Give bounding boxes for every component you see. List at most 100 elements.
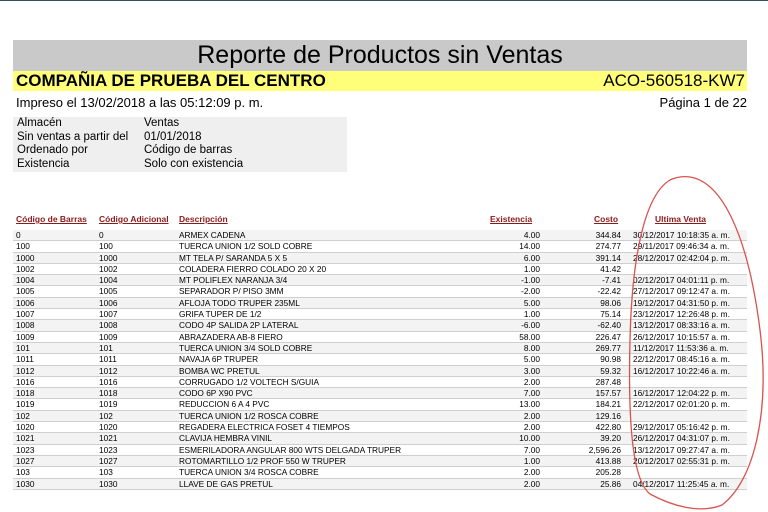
- barcode-cell: 102: [16, 410, 30, 421]
- cost-cell: 287.48: [595, 376, 621, 387]
- additional-code-cell: 1019: [99, 399, 118, 410]
- description-cell: GRIFA TUPER DE 1/2: [179, 309, 262, 320]
- description-cell: CLAVIJA HEMBRA VINIL: [179, 433, 272, 444]
- additional-code-cell: 101: [99, 342, 113, 353]
- top-border-line: [0, 0, 768, 1]
- barcode-cell: 1009: [16, 331, 35, 342]
- table-row: 1016 1016 CORRUGADO 1/2 VOLTECH S/GUIA 2.00…: [13, 376, 747, 389]
- param-value: Solo con existencia: [144, 157, 244, 170]
- additional-code-cell: 1002: [99, 263, 118, 274]
- barcode-cell: 1002: [16, 263, 35, 274]
- description-cell: ROTOMARTILLO 1/2 PROF 550 W TRUPER: [179, 455, 346, 466]
- cost-cell: 157.57: [595, 388, 621, 399]
- table-row: 1009 1009 ABRAZADERA AB-8 FIERO 58.00 226.47…: [13, 332, 747, 343]
- barcode-cell: 1020: [16, 422, 35, 433]
- cost-cell: -7.41: [602, 275, 621, 286]
- barcode-cell: 1027: [16, 455, 35, 466]
- additional-code-cell: 1020: [99, 422, 118, 433]
- cost-cell: 39.20: [600, 433, 621, 444]
- description-cell: CODO 6P X90 PVC: [179, 388, 253, 399]
- last-sale-cell: 23/12/2017 12:26:48 p. m.: [633, 309, 730, 320]
- description-cell: SEPARADOR P/ PISO 3MM: [179, 286, 284, 297]
- stock-cell: -1.00: [521, 275, 540, 286]
- last-sale-cell: 04/12/2017 11:25:45 a. m.: [633, 478, 730, 489]
- cost-cell: 129.16: [595, 410, 621, 421]
- cost-cell: 413.88: [595, 455, 621, 466]
- table-row: 1006 1006 AFLOJA TODO TRUPER 235ML 5.00 98.0…: [13, 297, 747, 310]
- additional-code-cell: 1011: [99, 354, 117, 365]
- description-cell: TUERCA UNION 3/4 SOLD COBRE: [179, 342, 313, 353]
- additional-code-cell: 1021: [99, 433, 118, 444]
- stock-cell: 6.00: [523, 252, 540, 263]
- additional-code-cell: 1027: [99, 455, 118, 466]
- cost-cell: 184.21: [595, 399, 621, 410]
- last-sale-cell: 27/12/2017 09:12:47 a. m.: [633, 286, 730, 297]
- cost-cell: 59.32: [600, 365, 621, 376]
- additional-code-cell: 1023: [99, 444, 118, 455]
- description-cell: LLAVE DE GAS PRETUL: [179, 478, 273, 489]
- last-sale-cell: 30/12/2017 10:18:35 a. m.: [633, 230, 730, 240]
- table-row: 100 100 TUERCA UNION 1/2 SOLD COBRE 14.00 27…: [13, 241, 747, 253]
- header-stock: Existencia: [490, 214, 533, 224]
- additional-code-cell: 100: [99, 241, 113, 252]
- description-cell: ABRAZADERA AB-8 FIERO: [179, 331, 283, 342]
- table-row: 103 103 TUERCA UNION 3/4 ROSCA COBRE 2.00 20…: [13, 467, 747, 479]
- last-sale-cell: 28/12/2017 02:42:04 p. m.: [633, 252, 730, 263]
- cost-cell: -22.42: [597, 286, 621, 297]
- table-row: 101 101 TUERCA UNION 3/4 SOLD COBRE 8.00 269…: [13, 342, 747, 355]
- stock-cell: 58.00: [519, 331, 540, 342]
- table-row: 1030 1030 LLAVE DE GAS PRETUL 2.00 25.86 04/1…: [13, 478, 747, 490]
- description-cell: CODO 4P SALIDA 2P LATERAL: [179, 320, 299, 331]
- cost-cell: 90.98: [600, 354, 621, 365]
- barcode-cell: 1021: [16, 433, 35, 444]
- barcode-cell: 1006: [16, 297, 35, 308]
- table-row: 102 102 TUERCA UNION 1/2 ROSCA COBRE 2.00 12…: [13, 410, 747, 423]
- stock-cell: -2.00: [521, 286, 540, 297]
- header-cost: Costo: [594, 214, 619, 224]
- company-bar: COMPAÑIA DE PRUEBA DEL CENTRO ACO-560518…: [13, 71, 747, 91]
- report-title: Reporte de Productos sin Ventas: [13, 40, 747, 71]
- description-cell: NAVAJA 6P TRUPER: [179, 354, 259, 365]
- last-sale-cell: 26/12/2017 10:15:57 a. m.: [633, 331, 730, 342]
- product-table: 0 0 ARMEX CADENA 4.00 344.84 30/12/2017 10:18…: [13, 230, 747, 490]
- table-row: 1021 1021 CLAVIJA HEMBRA VINIL 10.00 39.20 26…: [13, 433, 747, 445]
- header-description: Descripción: [179, 214, 228, 224]
- table-row: 1012 1012 BOMBA WC PRETUL 3.00 59.32 16/12/20…: [13, 365, 747, 377]
- description-cell: MT TELA P/ SARANDA 5 X 5: [179, 252, 288, 263]
- barcode-cell: 1023: [16, 444, 35, 455]
- last-sale-cell: 19/12/2017 04:31:50 p. m.: [633, 297, 730, 308]
- stock-cell: -6.00: [521, 320, 540, 331]
- barcode-cell: 1030: [16, 478, 35, 489]
- header-last-sale: Ultima Venta: [655, 214, 707, 224]
- table-row: 0 0 ARMEX CADENA 4.00 344.84 30/12/2017 10:18…: [13, 230, 747, 242]
- header-additional-code: Código Adicional: [99, 214, 169, 224]
- param-value: Código de barras: [144, 144, 233, 157]
- additional-code-cell: 1009: [99, 331, 118, 342]
- last-sale-cell: 02/12/2017 04:01:11 p. m.: [633, 275, 730, 286]
- stock-cell: 2.00: [523, 422, 540, 433]
- barcode-cell: 103: [16, 467, 30, 478]
- description-cell: TUERCA UNION 1/2 ROSCA COBRE: [179, 410, 319, 421]
- barcode-cell: 1008: [16, 320, 35, 331]
- cost-cell: 422.80: [595, 422, 621, 433]
- page-number: Página 1 de 22: [659, 95, 747, 110]
- barcode-cell: 1000: [16, 252, 35, 263]
- table-row: 1027 1027 ROTOMARTILLO 1/2 PROF 550 W TRUP…: [13, 455, 747, 468]
- additional-code-cell: 102: [99, 410, 113, 421]
- stock-cell: 1.00: [523, 309, 540, 320]
- additional-code-cell: 1008: [99, 320, 118, 331]
- cost-cell: 344.84: [595, 230, 621, 240]
- stock-cell: 4.00: [523, 230, 540, 240]
- param-value: Ventas: [144, 117, 180, 129]
- stock-cell: 7.00: [523, 388, 540, 399]
- additional-code-cell: 1018: [99, 388, 118, 399]
- barcode-cell: 1012: [16, 365, 35, 376]
- report-parameters: Almacén Sin ventas a partir del Ordenado…: [13, 117, 347, 172]
- barcode-cell: 1019: [16, 399, 35, 410]
- stock-cell: 2.00: [523, 467, 540, 478]
- param-label: Almacén: [17, 117, 62, 129]
- additional-code-cell: 103: [99, 467, 113, 478]
- stock-cell: 5.00: [523, 297, 540, 308]
- last-sale-cell: 13/12/2017 09:27:47 a. m.: [633, 444, 730, 455]
- description-cell: BOMBA WC PRETUL: [179, 365, 260, 376]
